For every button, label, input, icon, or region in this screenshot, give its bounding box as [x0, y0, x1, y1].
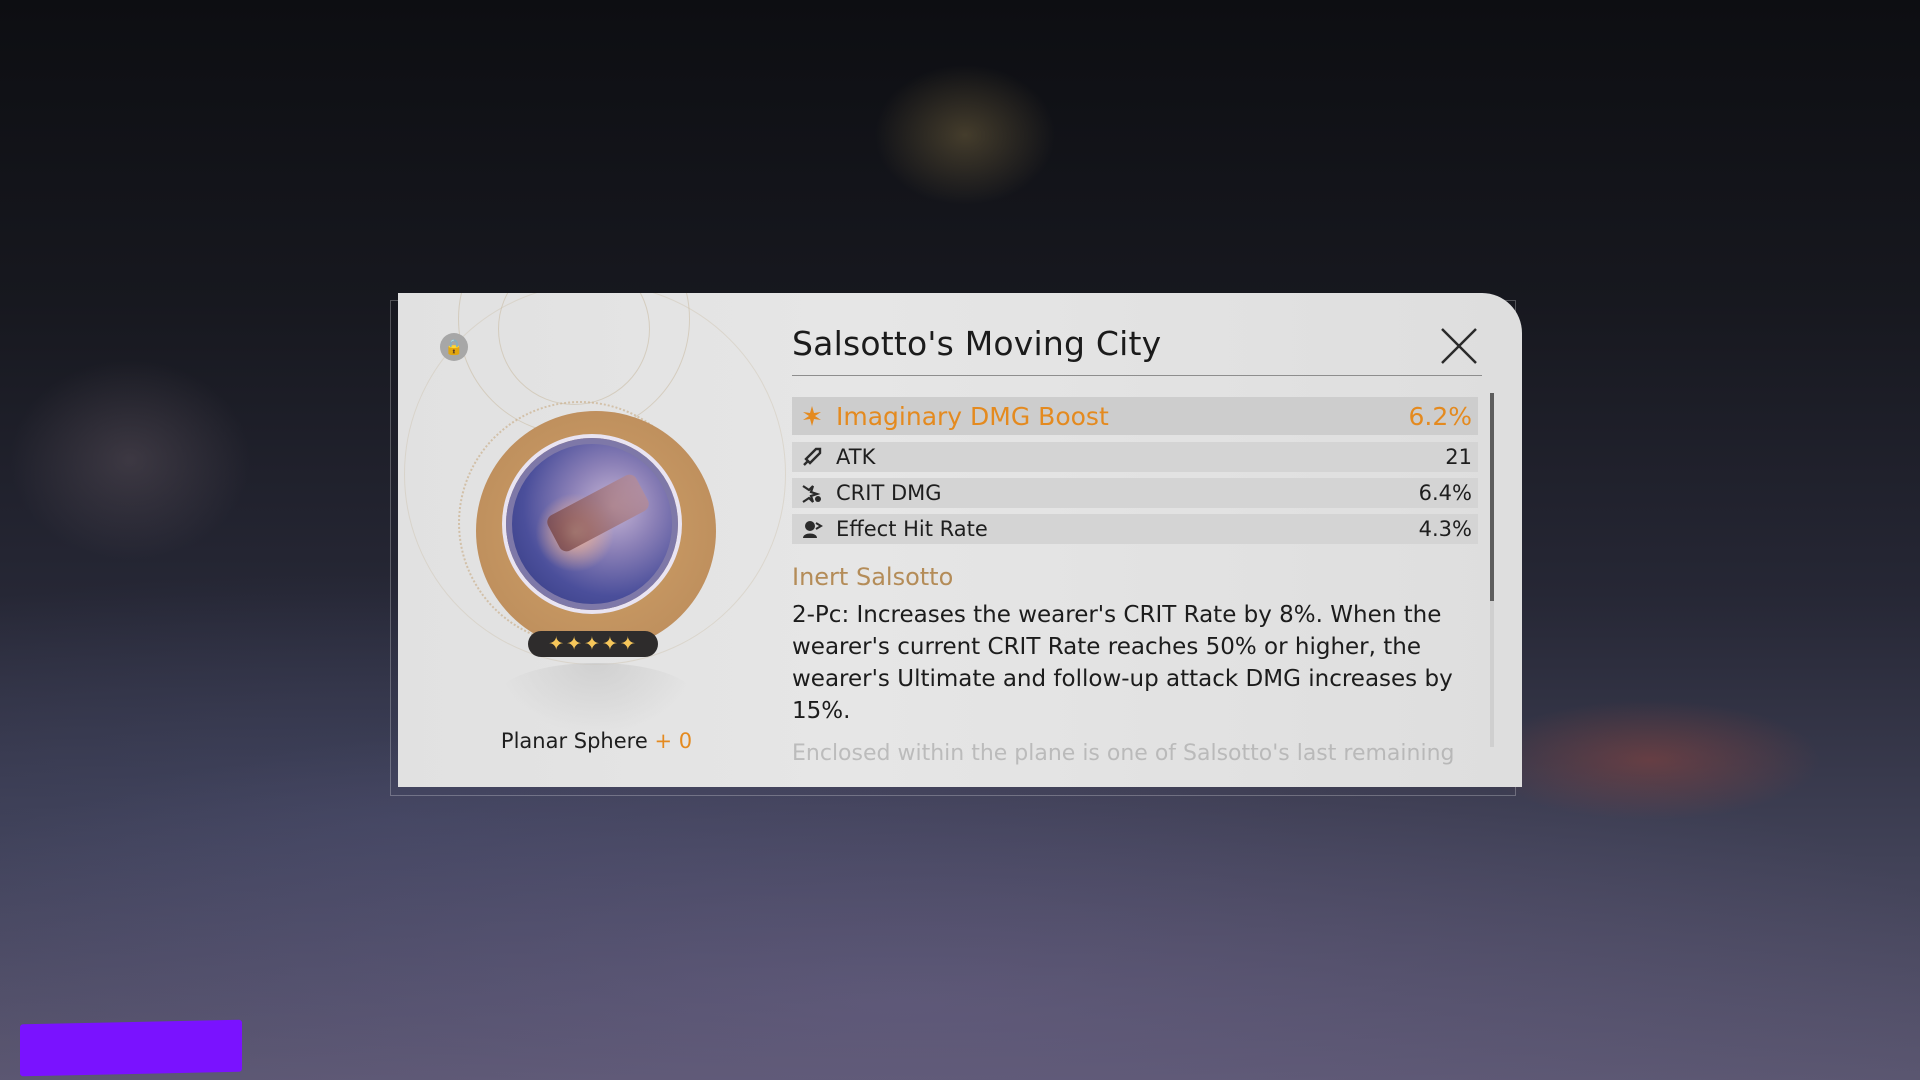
- close-icon[interactable]: [1438, 325, 1480, 367]
- redaction-block: [20, 1019, 242, 1077]
- sub-stat-name: CRIT DMG: [836, 481, 942, 505]
- sub-stat-name: ATK: [836, 445, 876, 469]
- main-stat-name: Imaginary DMG Boost: [836, 401, 1109, 431]
- set-effect-description: 2-Pc: Increases the wearer's CRIT Rate b…: [792, 602, 1453, 724]
- sub-stat-row: CRIT DMG 6.4%: [792, 478, 1478, 508]
- title-divider: [792, 375, 1482, 376]
- item-level: + 0: [654, 729, 693, 753]
- set-name: Inert Salsotto: [792, 563, 954, 591]
- sub-stat-row: Effect Hit Rate 4.3%: [792, 514, 1478, 544]
- lore-text: Enclosed within the plane is one of Sals…: [792, 741, 1455, 766]
- item-type-label: Planar Sphere + 0: [398, 729, 795, 753]
- pedestal-glow: [496, 663, 696, 733]
- scrollbar-thumb[interactable]: [1490, 393, 1494, 601]
- crit-dmg-icon: [802, 485, 821, 503]
- main-stat-value: 6.2%: [1408, 401, 1472, 431]
- effect-hit-rate-icon: [803, 521, 823, 538]
- imaginary-icon: [803, 406, 821, 426]
- sub-stat-row: ATK 21: [792, 442, 1478, 472]
- sub-stat-value: 21: [1445, 445, 1472, 469]
- item-type-text: Planar Sphere: [500, 729, 648, 753]
- sub-stat-value: 4.3%: [1418, 517, 1472, 541]
- main-stat-row: Imaginary DMG Boost 6.2%: [792, 397, 1478, 435]
- relic-detail-card: 🔒 ✦✦✦✦✦ Planar Sphere + 0 Salsotto's Mov…: [398, 293, 1522, 787]
- sub-stat-name: Effect Hit Rate: [836, 517, 988, 541]
- relic-title: Salsotto's Moving City: [792, 324, 1162, 363]
- lock-icon[interactable]: 🔒: [440, 333, 468, 361]
- atk-icon: [803, 447, 822, 466]
- sub-stat-value: 6.4%: [1418, 481, 1472, 505]
- rarity-stars: ✦✦✦✦✦: [528, 631, 658, 657]
